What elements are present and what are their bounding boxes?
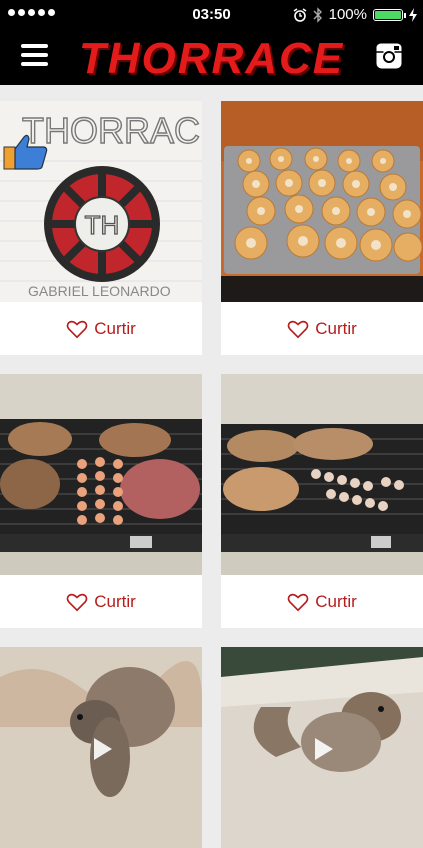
svg-text:GABRIEL LEONARDO: GABRIEL LEONARDO xyxy=(28,283,171,299)
bluetooth-icon xyxy=(313,6,322,23)
post-video-squirrel[interactable] xyxy=(221,647,423,848)
like-button[interactable]: Curtir xyxy=(0,575,202,628)
instagram-icon[interactable] xyxy=(375,42,403,70)
heart-outline-icon xyxy=(66,593,88,611)
like-label: Curtir xyxy=(94,591,136,611)
post-card: Curtir xyxy=(221,374,423,628)
battery-icon xyxy=(373,8,406,21)
play-icon[interactable] xyxy=(305,732,339,766)
status-bar: 03:50 100% xyxy=(0,0,423,28)
app-logo: THORRACE xyxy=(78,34,345,83)
svg-text:TH: TH xyxy=(85,210,120,240)
post-card: THORRAC TH GABRIEL LEONARDO Curtir xyxy=(0,101,202,355)
like-label: Curtir xyxy=(315,591,357,611)
post-photo-grill-fish[interactable] xyxy=(221,374,423,575)
alarm-icon xyxy=(293,7,307,22)
post-card xyxy=(221,647,423,848)
post-photo-grill-steaks[interactable] xyxy=(0,374,202,575)
battery-percent: 100% xyxy=(328,6,367,23)
heart-outline-icon xyxy=(287,320,309,338)
post-card: Curtir xyxy=(0,374,202,628)
heart-outline-icon xyxy=(66,320,88,338)
thumbs-up-icon xyxy=(3,134,48,170)
like-button[interactable]: Curtir xyxy=(221,575,423,628)
charging-icon xyxy=(409,7,417,22)
post-card xyxy=(0,647,202,848)
like-button[interactable]: Curtir xyxy=(0,302,202,355)
like-button[interactable]: Curtir xyxy=(221,302,423,355)
post-video-squirrel[interactable] xyxy=(0,647,202,848)
like-label: Curtir xyxy=(315,318,357,338)
post-card: Curtir xyxy=(221,101,423,355)
top-nav-bar: THORRACE xyxy=(0,28,423,85)
heart-outline-icon xyxy=(287,593,309,611)
post-photo-drawing[interactable]: THORRAC TH GABRIEL LEONARDO xyxy=(0,101,202,302)
like-label: Curtir xyxy=(94,318,136,338)
play-icon[interactable] xyxy=(84,732,118,766)
battery-fill xyxy=(375,10,401,19)
post-photo-cinnamon-rolls[interactable] xyxy=(221,101,423,302)
